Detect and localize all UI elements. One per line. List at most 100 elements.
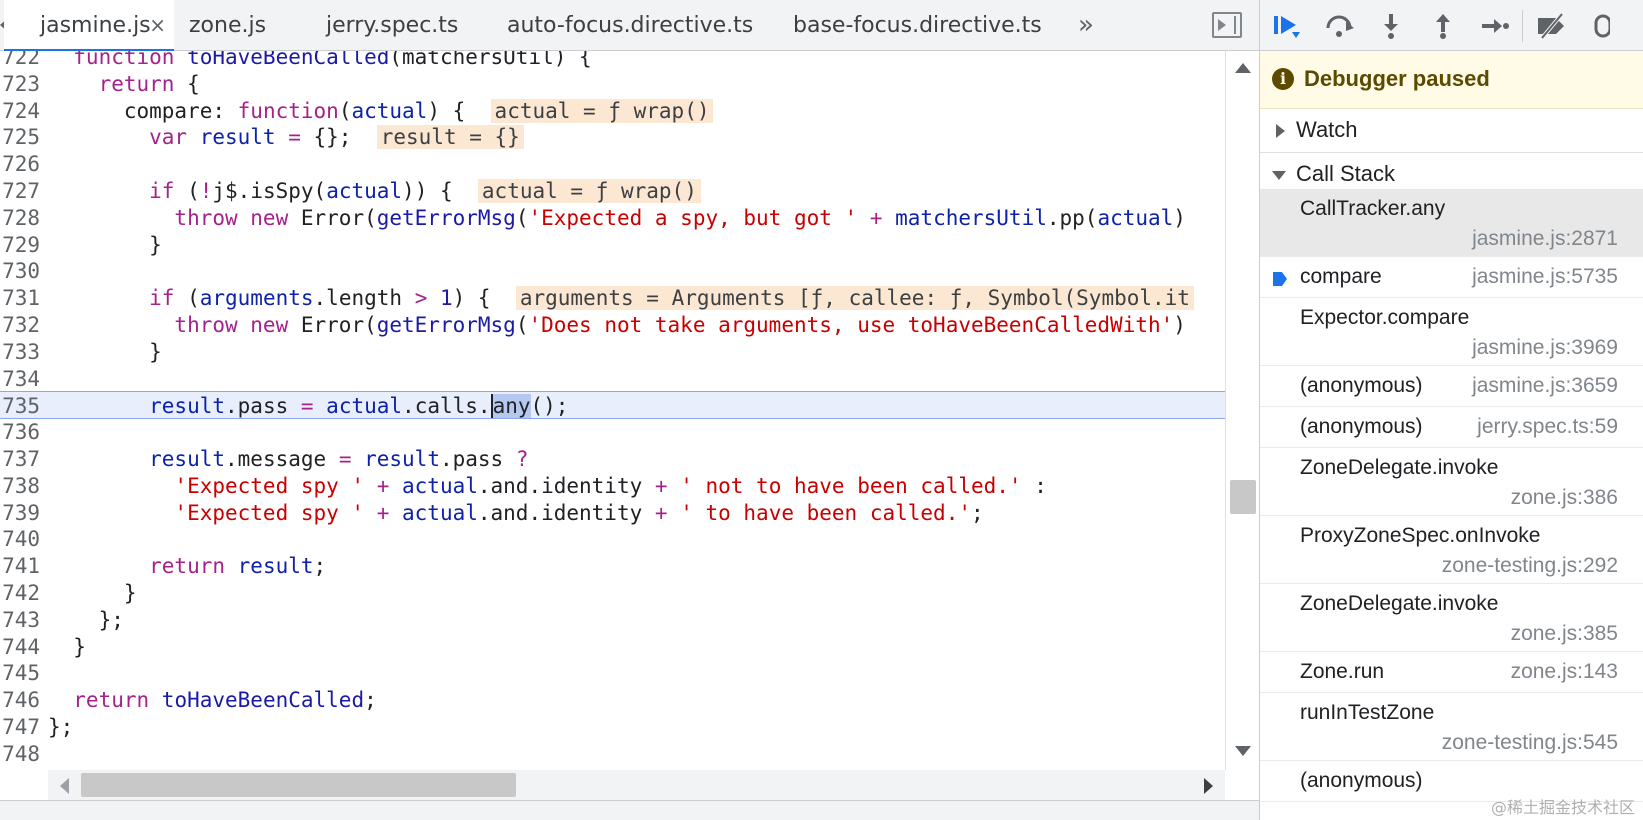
code-line[interactable]: 732 throw new Error(getErrorMsg('Does no…: [0, 311, 1225, 339]
frame-location-link[interactable]: zone.js:143: [1511, 660, 1618, 684]
vertical-scrollbar[interactable]: [1225, 51, 1259, 770]
line-number[interactable]: 736: [0, 418, 40, 446]
call-stack-frame[interactable]: (anonymous) jasmine.js:3659: [1260, 366, 1643, 407]
code-line[interactable]: 738 'Expected spy ' + actual.and.identit…: [0, 472, 1225, 500]
scroll-down-icon[interactable]: [1235, 746, 1251, 756]
code-line[interactable]: 745: [0, 659, 1225, 687]
line-number[interactable]: 730: [0, 257, 40, 285]
horizontal-scrollbar[interactable]: [48, 770, 1225, 800]
line-number[interactable]: 742: [0, 579, 40, 607]
code-line[interactable]: 740: [0, 525, 1225, 553]
code-line[interactable]: 726: [0, 150, 1225, 178]
frame-location-link[interactable]: jerry.spec.ts:59: [1477, 415, 1618, 439]
code-line[interactable]: 743 };: [0, 606, 1225, 634]
call-stack-frame[interactable]: ZoneDelegate.invoke zone.js:386: [1260, 448, 1643, 516]
code-line[interactable]: 733 }: [0, 338, 1225, 366]
line-number[interactable]: 728: [0, 204, 40, 232]
line-number[interactable]: 733: [0, 338, 40, 366]
code-line[interactable]: 736: [0, 418, 1225, 446]
frame-location-link[interactable]: jasmine.js:5735: [1472, 265, 1618, 289]
line-number[interactable]: 743: [0, 606, 40, 634]
current-execution-line[interactable]: 735 result.pass = actual.calls.any();: [0, 391, 1225, 420]
scroll-left-icon[interactable]: [60, 778, 69, 794]
line-number[interactable]: 723: [0, 70, 40, 98]
line-number[interactable]: 746: [0, 686, 40, 714]
tab-jasmine-js[interactable]: jasmine.js ×: [4, 0, 174, 51]
scroll-right-icon[interactable]: [1204, 778, 1213, 794]
code-line[interactable]: 741 return result;: [0, 552, 1225, 580]
tab-label: zone.js: [189, 13, 267, 38]
call-stack-frame[interactable]: Zone.run zone.js:143: [1260, 652, 1643, 693]
line-number[interactable]: 725: [0, 123, 40, 151]
tab-base-focus-directive[interactable]: base-focus.directive.ts: [793, 12, 1042, 40]
code-line[interactable]: 746 return toHaveBeenCalled;: [0, 686, 1225, 714]
frame-location-link[interactable]: zone-testing.js:545: [1442, 731, 1618, 755]
frame-location-link[interactable]: zone.js:386: [1511, 486, 1618, 510]
line-number[interactable]: 731: [0, 284, 40, 312]
line-number[interactable]: 726: [0, 150, 40, 178]
call-stack-frame[interactable]: (anonymous) jerry.spec.ts:59: [1260, 407, 1643, 448]
code-line[interactable]: 737 result.message = result.pass ?: [0, 445, 1225, 473]
code-line[interactable]: 725 var result = {}; result = {}: [0, 123, 1225, 151]
call-stack-frame[interactable]: ZoneDelegate.invoke zone.js:385: [1260, 584, 1643, 652]
line-number[interactable]: 744: [0, 633, 40, 661]
code-line[interactable]: 747};: [0, 713, 1225, 741]
more-tabs-icon[interactable]: »: [1078, 10, 1094, 40]
toggle-debugger-sidebar-icon[interactable]: [1212, 12, 1242, 38]
frame-location-link[interactable]: jasmine.js:3969: [1472, 336, 1618, 360]
line-number[interactable]: 740: [0, 525, 40, 553]
call-stack-frame[interactable]: ProxyZoneSpec.onInvoke zone-testing.js:29…: [1260, 516, 1643, 584]
close-icon[interactable]: ×: [149, 0, 166, 51]
pause-on-exceptions-icon[interactable]: [1590, 12, 1610, 40]
code-line[interactable]: 728 throw new Error(getErrorMsg('Expecte…: [0, 204, 1225, 232]
line-number[interactable]: 741: [0, 552, 40, 580]
line-number[interactable]: 748: [0, 740, 40, 768]
code-editor[interactable]: 722 function toHaveBeenCalled(matchersUt…: [0, 51, 1225, 770]
line-number[interactable]: 724: [0, 97, 40, 125]
frame-location-link[interactable]: zone.js:385: [1511, 622, 1618, 646]
watch-section-header[interactable]: Watch: [1260, 109, 1643, 153]
code-line[interactable]: 731 if (arguments.length > 1) { argument…: [0, 284, 1225, 312]
scrollbar-thumb[interactable]: [81, 773, 516, 797]
tab-jerry-spec-ts[interactable]: jerry.spec.ts: [326, 12, 458, 40]
line-number[interactable]: 722: [0, 51, 40, 71]
call-stack-frame[interactable]: Expector.compare jasmine.js:3969: [1260, 298, 1643, 366]
line-number[interactable]: 737: [0, 445, 40, 473]
code-line[interactable]: 724 compare: function(actual) { actual =…: [0, 97, 1225, 125]
code-line[interactable]: 722 function toHaveBeenCalled(matchersUt…: [0, 51, 1225, 71]
code-line[interactable]: 734: [0, 365, 1225, 393]
line-number[interactable]: 735: [0, 392, 40, 420]
scroll-up-icon[interactable]: [1235, 63, 1251, 73]
step-over-icon[interactable]: [1324, 12, 1354, 40]
code-line[interactable]: 748: [0, 740, 1225, 768]
deactivate-breakpoints-icon[interactable]: [1536, 12, 1566, 40]
step-icon[interactable]: [1480, 12, 1510, 40]
call-stack-frame[interactable]: CallTracker.any jasmine.js:2871: [1260, 189, 1643, 257]
line-number[interactable]: 747: [0, 713, 40, 741]
line-number[interactable]: 739: [0, 499, 40, 527]
line-number[interactable]: 734: [0, 365, 40, 393]
line-number[interactable]: 727: [0, 177, 40, 205]
tab-auto-focus-directive[interactable]: auto-focus.directive.ts: [507, 12, 753, 40]
step-out-icon[interactable]: [1428, 12, 1458, 40]
frame-location-link[interactable]: jasmine.js:3659: [1472, 374, 1618, 398]
line-number[interactable]: 732: [0, 311, 40, 339]
call-stack-frame[interactable]: runInTestZone zone-testing.js:545: [1260, 693, 1643, 761]
code-line[interactable]: 729 }: [0, 231, 1225, 259]
code-line[interactable]: 739 'Expected spy ' + actual.and.identit…: [0, 499, 1225, 527]
resume-icon[interactable]: [1272, 12, 1302, 40]
frame-location-link[interactable]: zone-testing.js:292: [1442, 554, 1618, 578]
line-number[interactable]: 729: [0, 231, 40, 259]
tab-zone-js[interactable]: zone.js: [189, 12, 266, 40]
code-line[interactable]: 730: [0, 257, 1225, 285]
call-stack-frame[interactable]: compare jasmine.js:5735: [1260, 257, 1643, 298]
frame-location-link[interactable]: jasmine.js:2871: [1472, 227, 1618, 251]
step-into-icon[interactable]: [1376, 12, 1406, 40]
code-line[interactable]: 723 return {: [0, 70, 1225, 98]
line-number[interactable]: 745: [0, 659, 40, 687]
scrollbar-thumb[interactable]: [1230, 480, 1256, 514]
code-line[interactable]: 727 if (!j$.isSpy(actual)) { actual = ƒ …: [0, 177, 1225, 205]
code-line[interactable]: 742 }: [0, 579, 1225, 607]
code-line[interactable]: 744 }: [0, 633, 1225, 661]
line-number[interactable]: 738: [0, 472, 40, 500]
